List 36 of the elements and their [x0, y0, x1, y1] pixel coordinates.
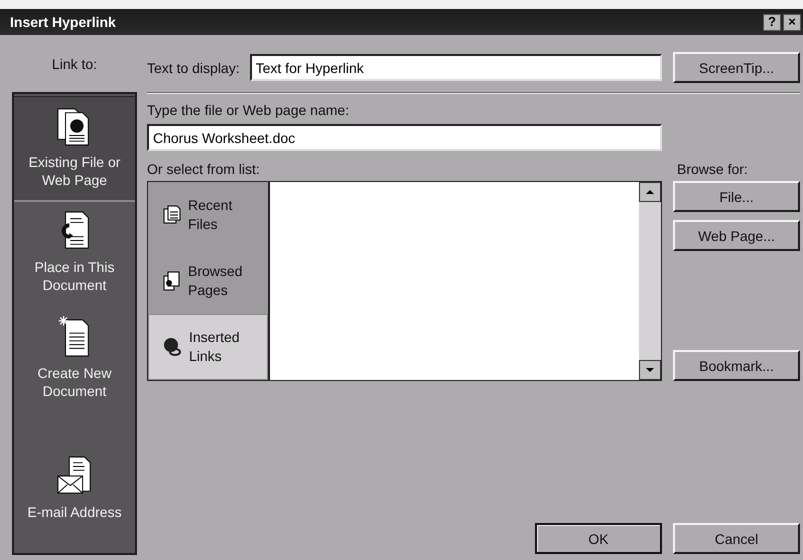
address-label: Type the file or Web page name:	[147, 102, 350, 118]
list-tab[interactable]: Browsed Pages	[148, 248, 268, 314]
link-type-label: Place in This Document	[34, 258, 116, 294]
text-to-display-label: Text to display:	[147, 60, 240, 76]
link-type-item[interactable]: E-mail Address	[14, 447, 135, 553]
browse-for-label: Browse for:	[676, 161, 749, 177]
scroll-up-icon[interactable]	[639, 182, 661, 202]
close-button[interactable]: ×	[783, 14, 801, 30]
list-tab-label: Recent Files	[188, 196, 234, 234]
list-tab[interactable]: Inserted Links	[148, 314, 268, 380]
window-title: Insert Hyperlink	[10, 14, 116, 30]
help-button[interactable]: ?	[763, 14, 781, 30]
documents-icon	[162, 205, 182, 225]
list-tab[interactable]: Recent Files	[148, 182, 268, 248]
address-field[interactable]: Chorus Worksheet.doc	[147, 124, 662, 151]
link-to-label: Link to:	[50, 54, 98, 74]
list-tab-label: Inserted Links	[189, 328, 241, 366]
text-to-display-field[interactable]: Text for Hyperlink	[250, 54, 662, 81]
link-type-item[interactable]: Existing File or Web Page	[14, 96, 135, 202]
link-type-label: E-mail Address	[27, 503, 122, 521]
select-from-list-label: Or select from list:	[147, 161, 261, 177]
list-tab-label: Browsed Pages	[188, 262, 244, 300]
link-type-item[interactable]: Place in This Document	[14, 202, 135, 308]
screentip-button[interactable]: ScreenTip...	[673, 52, 800, 83]
pages-globe-icon	[162, 271, 182, 291]
scrollbar[interactable]	[639, 182, 661, 380]
bookmark-button[interactable]: Bookmark...	[673, 350, 800, 381]
browse-web-page-button[interactable]: Web Page...	[673, 220, 800, 251]
browse-file-button[interactable]: File...	[673, 181, 800, 212]
link-type-item[interactable]: Create New Document	[14, 308, 135, 414]
globe-link-icon	[163, 337, 183, 357]
scroll-down-icon[interactable]	[639, 360, 661, 380]
ok-button[interactable]: OK	[535, 523, 662, 554]
link-type-label: Existing File or Web Page	[28, 153, 122, 189]
cancel-button[interactable]: Cancel	[673, 523, 800, 554]
link-type-label: Create New Document	[36, 364, 112, 400]
